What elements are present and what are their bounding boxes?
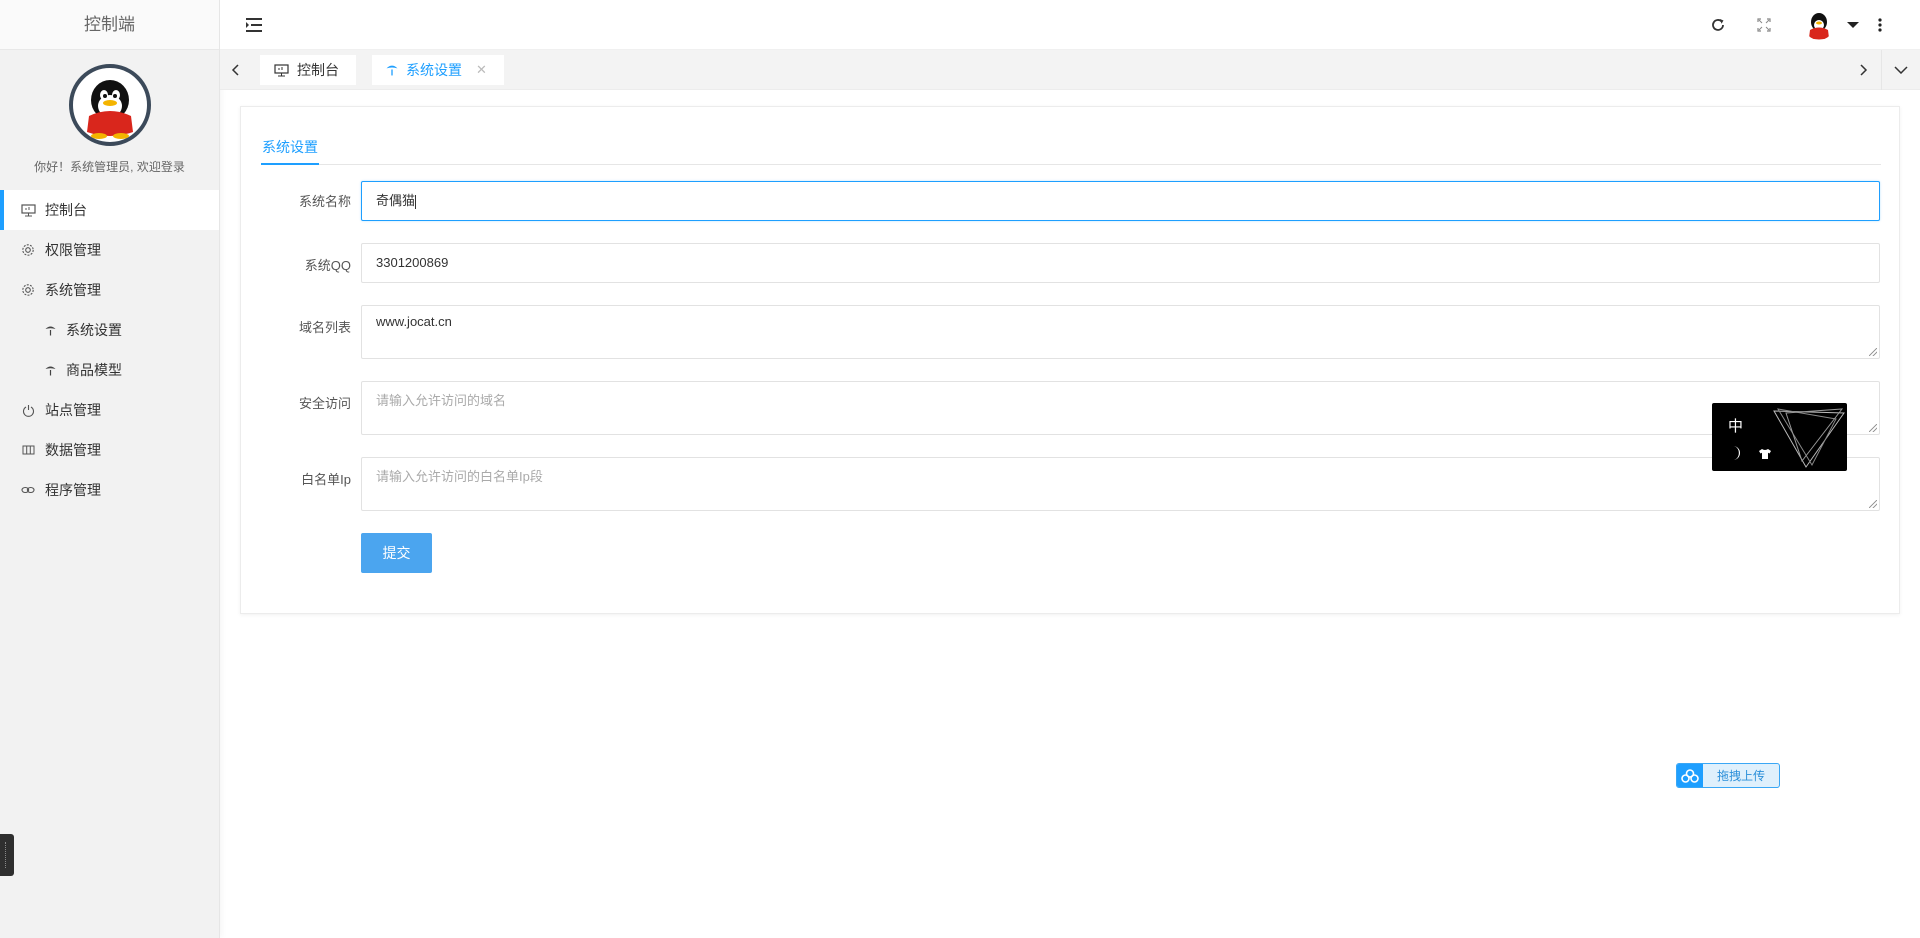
sidebar-item-data[interactable]: 数据管理: [0, 430, 219, 470]
secure-access-textarea[interactable]: 请输入允许访问的域名: [361, 381, 1880, 435]
shirt-icon[interactable]: [1758, 447, 1772, 459]
close-icon[interactable]: ✕: [476, 62, 487, 78]
avatar[interactable]: [68, 64, 151, 146]
palm-icon: [386, 64, 398, 76]
tab-label: 控制台: [297, 62, 339, 78]
whitelist-label: 白名单Ip: [301, 472, 351, 487]
palm-icon: [44, 362, 56, 378]
sidebar-item-label: 系统管理: [45, 282, 101, 298]
sidebar-item-label: 系统设置: [66, 322, 122, 338]
refresh-icon[interactable]: [1706, 13, 1730, 37]
sidebar-item-label: 权限管理: [45, 242, 101, 258]
resize-grip-icon[interactable]: [1869, 424, 1877, 432]
resize-grip-icon[interactable]: [1869, 348, 1877, 356]
whitelist-ip-textarea[interactable]: 请输入允许访问的白名单Ip段: [361, 457, 1880, 511]
sidebar-item-product-model[interactable]: 商品模型: [0, 350, 219, 390]
resize-grip-icon[interactable]: [1869, 500, 1877, 508]
sidebar-menu: 控制台 权限管理 系统管理 系统设置 商品模型 站点管理 数据管理 程序管理: [0, 190, 219, 510]
brand-title: 控制端: [0, 0, 219, 50]
welcome-text: 你好！系统管理员, 欢迎登录: [34, 160, 185, 174]
tabs-scroll-left-icon[interactable]: [220, 50, 250, 90]
drag-upload-badge[interactable]: 拖拽上传: [1676, 763, 1780, 788]
user-avatar[interactable]: [1804, 10, 1834, 40]
page-tabs: 控制台 系统设置 ✕: [220, 50, 1920, 90]
sidebar-item-system-settings[interactable]: 系统设置: [0, 310, 219, 350]
domain-list-textarea[interactable]: www.jocat.cn: [361, 305, 1880, 359]
cloud-upload-icon: [1677, 764, 1703, 787]
gear-icon: [20, 282, 36, 298]
sidebar: 控制端 你好！系统管理员, 欢迎登录 控制台 权限管理 系统管理 系统设置 商品…: [0, 0, 220, 938]
system-qq-value: 3301200869: [376, 255, 449, 270]
name-label: 系统名称: [298, 194, 351, 209]
sidebar-item-label: 数据管理: [45, 442, 101, 458]
secure-label: 安全访问: [298, 396, 351, 411]
menu-toggle-icon[interactable]: [244, 15, 264, 35]
gear-icon: [20, 242, 36, 258]
tab-label: 系统设置: [406, 62, 462, 78]
domain-list-value: www.jocat.cn: [376, 314, 452, 329]
tabs-menu-chevron-down-icon[interactable]: [1881, 50, 1919, 90]
system-name-input[interactable]: 奇偶猫: [361, 181, 1880, 221]
caret-down-icon[interactable]: [1841, 13, 1865, 37]
monitor-icon: [274, 63, 289, 77]
tabs-scroll-right-icon[interactable]: [1849, 50, 1879, 90]
power-icon: [20, 402, 36, 418]
floating-toolbar: 中: [1712, 403, 1847, 471]
sidebar-item-permissions[interactable]: 权限管理: [0, 230, 219, 270]
system-qq-input[interactable]: 3301200869: [361, 243, 1880, 283]
columns-icon: [20, 442, 36, 458]
tab-system-settings[interactable]: 系统设置 ✕: [372, 55, 504, 85]
tab-settings[interactable]: 系统设置: [261, 137, 319, 165]
more-vertical-icon[interactable]: [1868, 13, 1892, 37]
sidebar-item-label: 控制台: [45, 202, 87, 218]
sidebar-item-programs[interactable]: 程序管理: [0, 470, 219, 510]
drag-upload-label: 拖拽上传: [1716, 769, 1765, 783]
moon-icon[interactable]: [1728, 445, 1742, 461]
sidebar-item-dashboard[interactable]: 控制台: [0, 190, 219, 230]
submit-button[interactable]: 提交: [361, 533, 432, 573]
profile: 你好！系统管理员, 欢迎登录: [0, 50, 219, 190]
penguin-avatar-icon: [1809, 13, 1829, 40]
palm-icon: [44, 322, 56, 338]
system-name-value: 奇偶猫: [376, 193, 416, 208]
sidebar-item-label: 程序管理: [45, 482, 101, 498]
language-toggle[interactable]: 中: [1728, 415, 1743, 436]
link-icon: [20, 482, 36, 498]
domains-label: 域名列表: [298, 320, 351, 335]
monitor-icon: [20, 202, 36, 218]
sidebar-item-label: 站点管理: [45, 402, 101, 418]
side-drag-handle[interactable]: [0, 834, 14, 876]
sidebar-item-sites[interactable]: 站点管理: [0, 390, 219, 430]
fullscreen-icon[interactable]: [1752, 13, 1776, 37]
secure-access-placeholder: 请输入允许访问的域名: [376, 393, 507, 408]
sidebar-item-label: 商品模型: [66, 362, 122, 378]
qq-label: 系统QQ: [304, 258, 351, 273]
top-header: [220, 0, 1920, 50]
sidebar-item-system[interactable]: 系统管理: [0, 270, 219, 310]
card-tabbar: 系统设置: [261, 137, 1881, 165]
tab-dashboard[interactable]: 控制台: [260, 55, 356, 85]
settings-card: 系统设置 系统名称 奇偶猫 系统QQ 3301200869 域名列表 www.j…: [240, 106, 1900, 614]
penguin-avatar-icon: [86, 80, 133, 139]
triangle-logo-icon: [1772, 405, 1847, 469]
whitelist-ip-placeholder: 请输入允许访问的白名单Ip段: [376, 469, 543, 484]
